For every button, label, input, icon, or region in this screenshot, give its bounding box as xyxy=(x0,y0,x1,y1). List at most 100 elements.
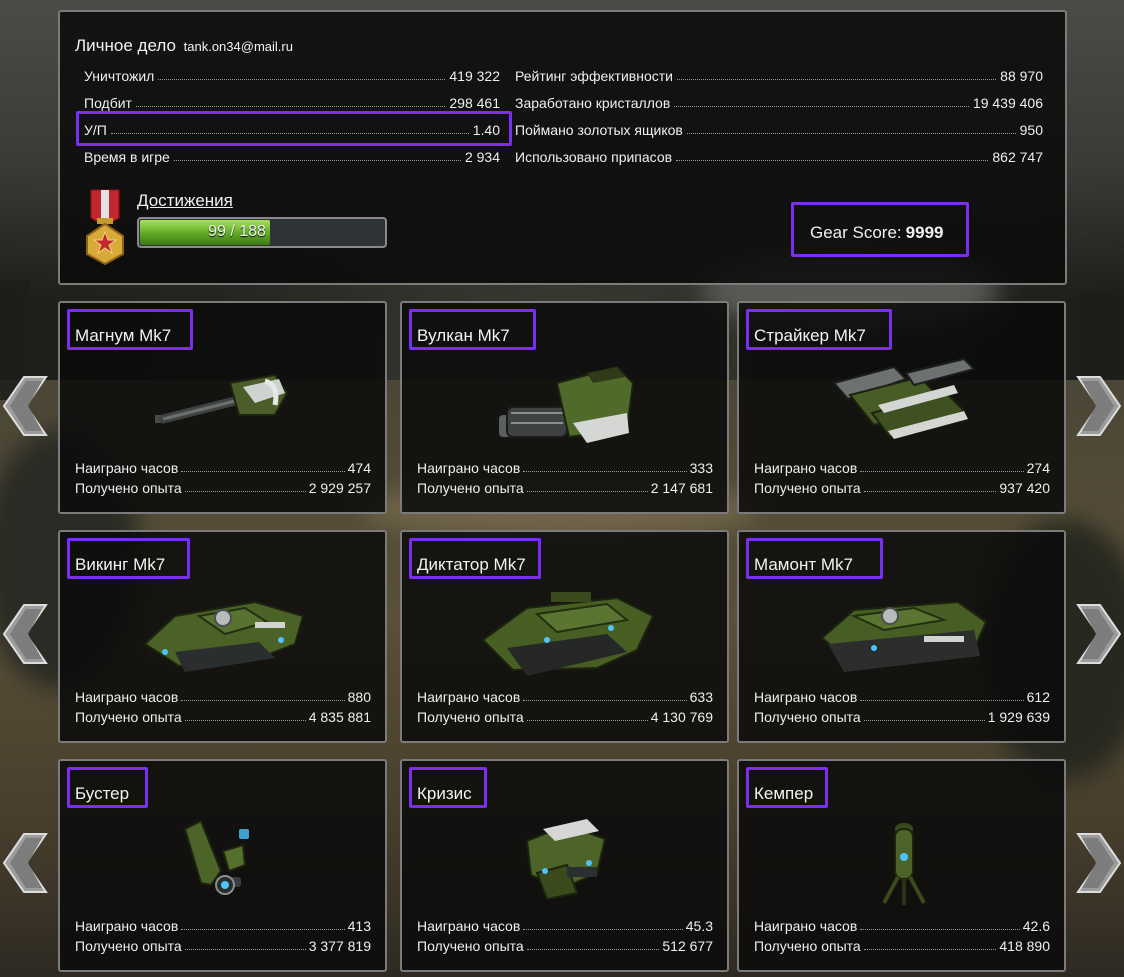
stat-row-deaths: Подбит 298 461 xyxy=(84,93,500,111)
item-card[interactable]: Вулкан Mk7 Наиграно часов 333 Получено о… xyxy=(400,301,729,514)
hours-label: Наиграно часов xyxy=(75,689,179,705)
hours-value: 45.3 xyxy=(685,918,713,934)
hours-label: Наиграно часов xyxy=(417,918,521,934)
dot-leader xyxy=(860,700,1024,701)
stat-label: Использовано припасов xyxy=(515,149,673,165)
item-name: Магнум Mk7 xyxy=(75,326,172,345)
item-name: Кемпер xyxy=(754,784,814,803)
xp-label: Получено опыта xyxy=(754,480,861,496)
dictator-hull-icon xyxy=(481,592,655,676)
xp-value: 2 929 257 xyxy=(308,480,371,496)
player-email: tank.on34@mail.ru xyxy=(183,39,293,54)
dot-leader xyxy=(135,106,446,107)
xp-value: 4 130 769 xyxy=(650,709,713,725)
item-card[interactable]: Страйкер Mk7 Наиграно часов 274 Получено… xyxy=(737,301,1066,514)
xp-value: 2 147 681 xyxy=(650,480,713,496)
stat-label: Заработано кристаллов xyxy=(515,95,671,111)
dot-leader xyxy=(523,929,683,930)
xp-label: Получено опыта xyxy=(417,938,524,954)
item-hours-row: Наиграно часов 274 xyxy=(754,459,1050,476)
stat-label: Поймано золотых ящиков xyxy=(515,122,683,138)
hours-label: Наиграно часов xyxy=(417,689,521,705)
item-xp-row: Получено опыта 4 835 881 xyxy=(75,708,371,725)
profile-title-text: Личное дело xyxy=(75,36,176,55)
item-xp-row: Получено опыта 4 130 769 xyxy=(417,708,713,725)
xp-value: 512 677 xyxy=(662,938,713,954)
crisis-drone-icon xyxy=(525,819,607,901)
dot-leader xyxy=(860,471,1024,472)
hours-label: Наиграно часов xyxy=(754,689,858,705)
item-card[interactable]: Диктатор Mk7 Наиграно часов 633 Получено… xyxy=(400,530,729,743)
stat-row-playtime: Время в игре 2 934 xyxy=(84,147,500,165)
vulcan-turret-icon xyxy=(499,365,635,443)
stat-row-kd-ratio: У/П 1.40 xyxy=(84,120,500,138)
row3-next-arrow-icon[interactable] xyxy=(1076,832,1122,894)
row2-next-arrow-icon[interactable] xyxy=(1076,603,1122,665)
dot-leader xyxy=(674,106,969,107)
profile-title: Личное дело tank.on34@mail.ru xyxy=(75,36,293,56)
row2-prev-arrow-icon[interactable] xyxy=(2,603,48,665)
item-hours-row: Наиграно часов 42.6 xyxy=(754,917,1050,934)
xp-value: 937 420 xyxy=(999,480,1050,496)
stat-value: 298 461 xyxy=(449,95,500,111)
xp-value: 4 835 881 xyxy=(308,709,371,725)
stat-row-kills: Уничтожил 419 322 xyxy=(84,66,500,84)
item-card[interactable]: Бустер Наиграно часов 413 Получено опыта… xyxy=(58,759,387,972)
row3-prev-arrow-icon[interactable] xyxy=(2,832,48,894)
achievements-link[interactable]: Достижения xyxy=(137,191,233,211)
dot-leader xyxy=(863,949,997,950)
dot-leader xyxy=(860,929,1020,930)
dot-leader xyxy=(110,133,469,134)
item-card[interactable]: Мамонт Mk7 Наиграно часов 612 Получено о… xyxy=(737,530,1066,743)
item-hours-row: Наиграно часов 45.3 xyxy=(417,917,713,934)
item-card[interactable]: Кемпер Наиграно часов 42.6 Получено опыт… xyxy=(737,759,1066,972)
item-name: Диктатор Mk7 xyxy=(417,555,526,574)
dot-leader xyxy=(676,160,989,161)
stat-label: У/П xyxy=(84,122,107,138)
item-name: Страйкер Mk7 xyxy=(754,326,866,345)
hours-label: Наиграно часов xyxy=(75,918,179,934)
row1-prev-arrow-icon[interactable] xyxy=(2,375,48,437)
magnum-turret-icon xyxy=(155,373,289,424)
item-hours-row: Наиграно часов 612 xyxy=(754,688,1050,705)
row1-next-arrow-icon[interactable] xyxy=(1076,375,1122,437)
xp-label: Получено опыта xyxy=(75,938,182,954)
camper-drone-icon xyxy=(882,823,926,905)
item-hours-row: Наиграно часов 413 xyxy=(75,917,371,934)
xp-value: 3 377 819 xyxy=(308,938,371,954)
xp-label: Получено опыта xyxy=(75,480,182,496)
item-xp-row: Получено опыта 937 420 xyxy=(754,479,1050,496)
dot-leader xyxy=(863,491,997,492)
hours-value: 42.6 xyxy=(1022,918,1050,934)
item-card[interactable]: Магнум Mk7 Наиграно часов 474 Получено о… xyxy=(58,301,387,514)
hours-value: 274 xyxy=(1026,460,1050,476)
stat-row-crystals: Заработано кристаллов 19 439 406 xyxy=(515,93,1043,111)
item-card[interactable]: Кризис Наиграно часов 45.3 Получено опыт… xyxy=(400,759,729,972)
stat-row-gold-boxes: Поймано золотых ящиков 950 xyxy=(515,120,1043,138)
stat-value: 88 970 xyxy=(1000,68,1043,84)
item-name: Вулкан Mk7 xyxy=(417,326,510,345)
xp-label: Получено опыта xyxy=(754,938,861,954)
dot-leader xyxy=(523,471,687,472)
dot-leader xyxy=(676,79,997,80)
dot-leader xyxy=(181,471,345,472)
hours-label: Наиграно часов xyxy=(754,918,858,934)
gear-score: Gear Score: 9999 xyxy=(810,223,943,243)
item-name: Кризис xyxy=(417,784,472,803)
profile-panel: Личное дело tank.on34@mail.ru Уничтожил … xyxy=(58,10,1067,285)
item-name: Бустер xyxy=(75,784,130,803)
item-xp-row: Получено опыта 418 890 xyxy=(754,937,1050,954)
medal-icon xyxy=(86,189,124,266)
item-hours-row: Наиграно часов 474 xyxy=(75,459,371,476)
item-hours-row: Наиграно часов 333 xyxy=(417,459,713,476)
hours-value: 474 xyxy=(347,460,371,476)
hours-label: Наиграно часов xyxy=(417,460,521,476)
item-xp-row: Получено опыта 3 377 819 xyxy=(75,937,371,954)
item-name: Мамонт Mk7 xyxy=(754,555,853,574)
hours-value: 333 xyxy=(689,460,713,476)
achievements-progress-text: 99 / 188 xyxy=(208,223,266,240)
booster-drone-icon xyxy=(183,819,249,895)
item-xp-row: Получено опыта 2 929 257 xyxy=(75,479,371,496)
stat-value: 2 934 xyxy=(464,149,500,165)
item-card[interactable]: Викинг Mk7 Наиграно часов 880 Получено о… xyxy=(58,530,387,743)
